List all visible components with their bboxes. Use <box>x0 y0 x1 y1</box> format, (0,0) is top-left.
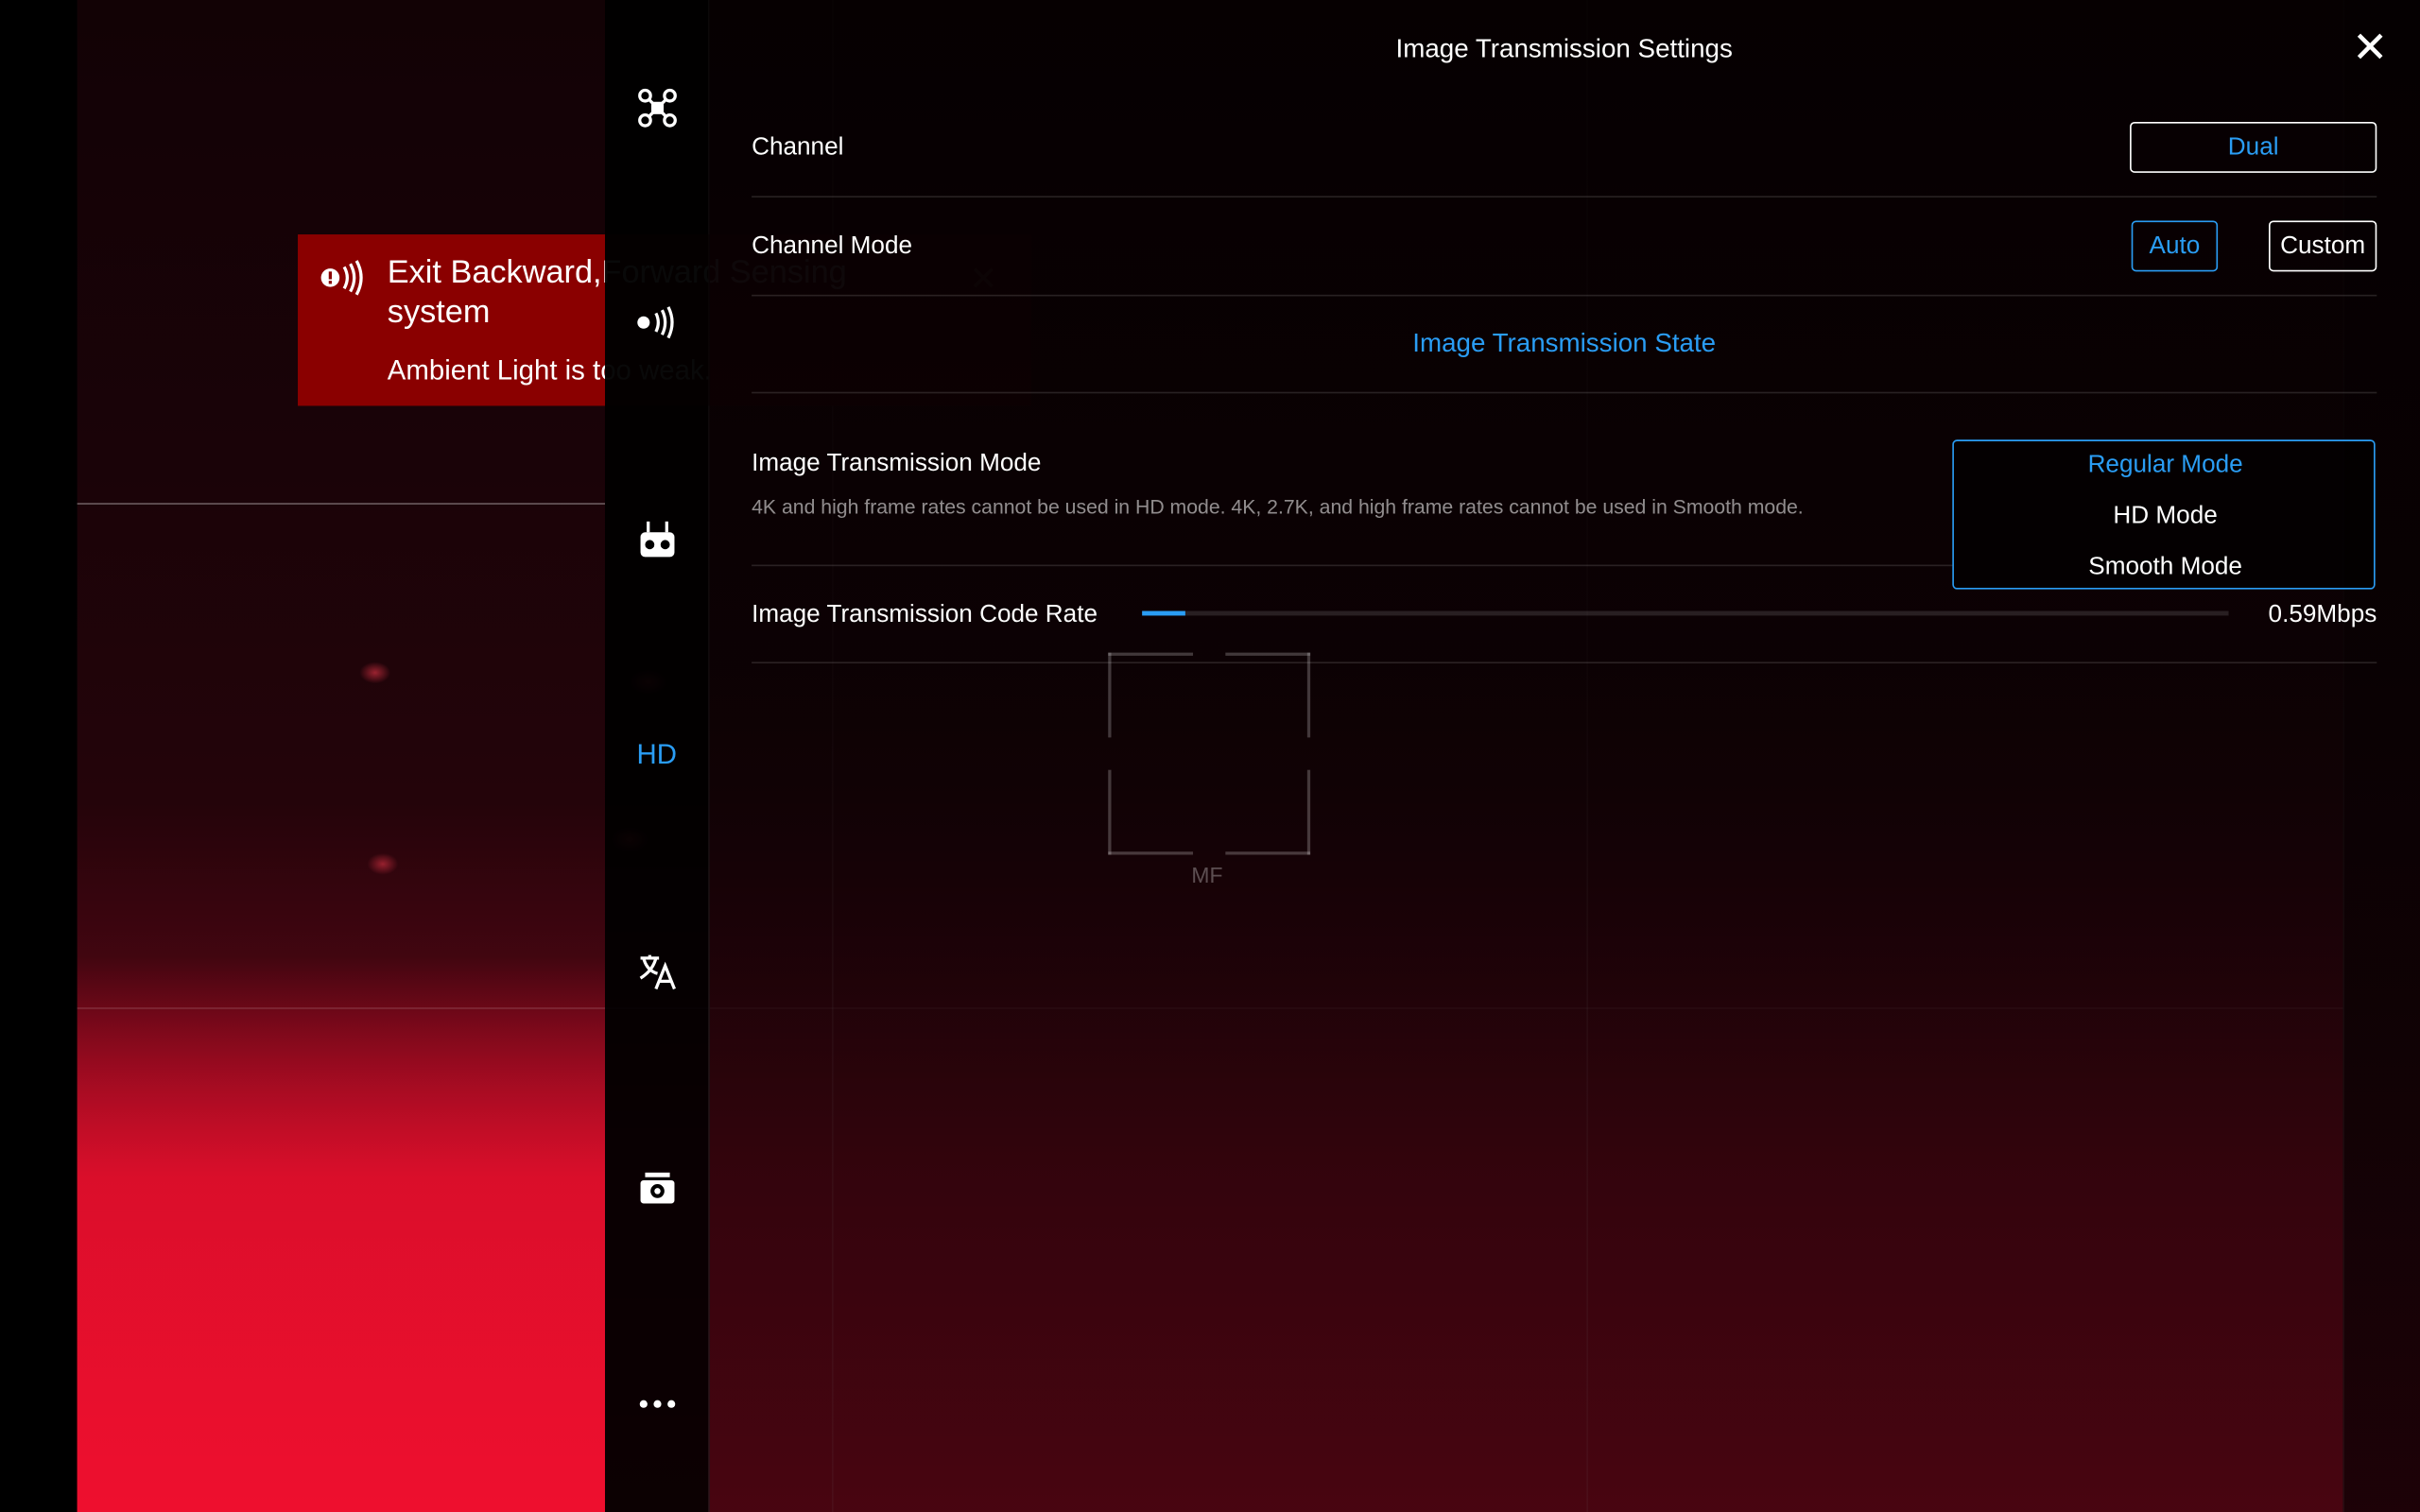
code-rate-label: Image Transmission Code Rate <box>752 601 1098 628</box>
transmission-mode-hint: 4K and high frame rates cannot be used i… <box>752 495 1804 519</box>
dropdown-option-smooth[interactable]: Smooth Mode <box>1954 554 2377 581</box>
divider <box>752 196 2377 198</box>
transmission-mode-label: Image Transmission Mode <box>752 450 1042 477</box>
sensor-icon[interactable] <box>605 292 708 353</box>
focus-reticle <box>1108 652 1311 855</box>
hd-transmission-tab[interactable]: HD <box>605 724 708 785</box>
close-icon[interactable]: ✕ <box>2352 22 2388 75</box>
camera-feed-glow <box>77 956 605 1512</box>
divider <box>752 391 2377 394</box>
divider <box>752 564 1953 567</box>
divider <box>752 662 2377 664</box>
remote-controller-icon[interactable] <box>605 509 708 571</box>
channel-mode-custom-button[interactable]: Custom <box>2268 220 2377 272</box>
divider <box>752 294 2377 297</box>
page-title: Image Transmission Settings <box>1395 33 1733 63</box>
app-screen: Exit Backward,Forward Sensing system Amb… <box>0 0 2420 1512</box>
drone-icon[interactable] <box>605 77 708 139</box>
grid-line <box>77 503 605 505</box>
channel-mode-label: Channel Mode <box>752 232 913 260</box>
code-rate-value: 0.59Mbps <box>2268 601 2377 628</box>
more-icon[interactable] <box>605 1373 708 1435</box>
obstacle-sensor-warning-icon <box>320 259 366 305</box>
code-rate-slider[interactable] <box>1142 610 2229 616</box>
transmission-state-link[interactable]: Image Transmission State <box>708 329 2420 360</box>
focus-mode-label: MF <box>1191 862 1223 887</box>
dropdown-option-hd[interactable]: HD Mode <box>1954 503 2377 530</box>
channel-label: Channel <box>752 134 844 161</box>
camera-icon[interactable] <box>605 1157 708 1218</box>
translate-icon[interactable] <box>605 941 708 1003</box>
channel-mode-auto-button[interactable]: Auto <box>2131 220 2219 272</box>
dropdown-option-regular[interactable]: Regular Mode <box>1954 452 2377 479</box>
code-rate-slider-fill <box>1142 610 1185 616</box>
transmission-mode-dropdown[interactable]: Regular Mode HD Mode Smooth Mode <box>1952 439 2377 590</box>
channel-value-button[interactable]: Dual <box>2130 121 2377 173</box>
